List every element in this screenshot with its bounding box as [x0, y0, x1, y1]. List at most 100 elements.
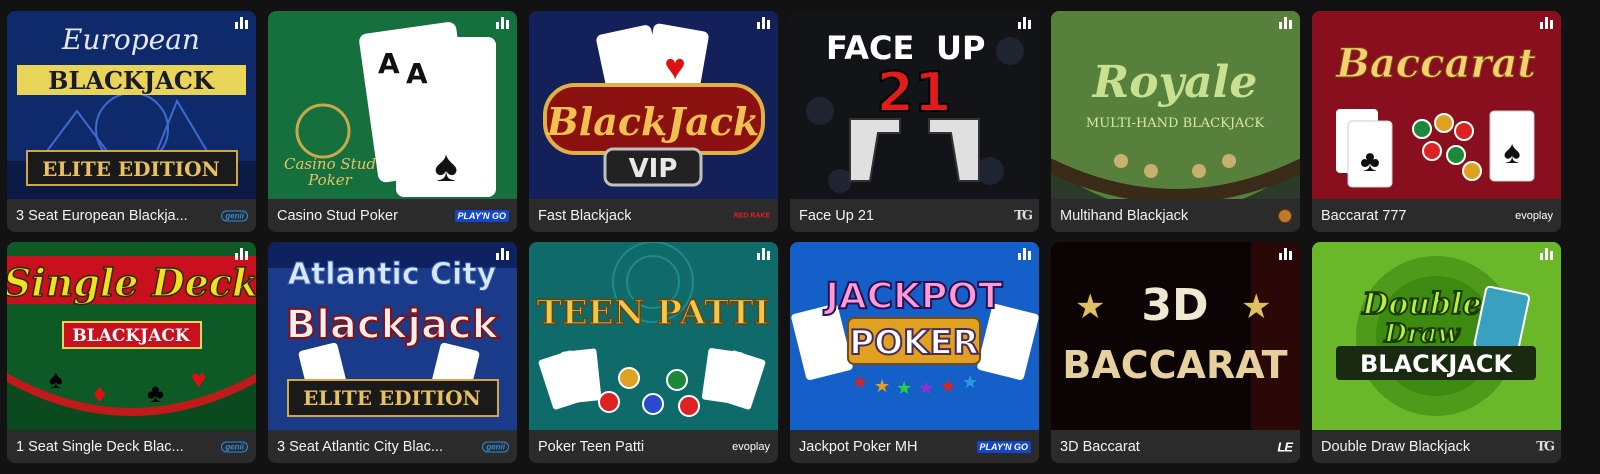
provider-logo: genii [221, 210, 248, 221]
game-tile[interactable]: Royale MULTI-HAND BLACKJACK Multihand Bl… [1051, 11, 1300, 232]
game-title[interactable]: Poker Teen Patti [529, 439, 644, 455]
game-tile[interactable]: A A ♠ Casino Stud Poker Casino Stud Poke… [268, 11, 517, 232]
game-tile[interactable]: ♥ BlackJack VIP Fast Blackjack RED RAKE [529, 11, 778, 232]
svg-text:♥: ♥ [664, 46, 685, 87]
game-title[interactable]: Double Draw Blackjack [1312, 439, 1470, 455]
provider-logo: RED RAKE [733, 212, 770, 219]
provider-logo: genii [221, 441, 248, 452]
game-caption[interactable]: Casino Stud Poker PLAY'N GO [268, 199, 517, 232]
game-title[interactable]: Multihand Blackjack [1051, 208, 1188, 224]
game-thumbnail: JACKPOT POKER ★ ★ ★ ★ ★ ★ [790, 242, 1039, 430]
game-caption[interactable]: 3 Seat European Blackja... genii [7, 199, 256, 232]
art-text: Royale [1091, 57, 1258, 108]
art-text: TEEN PATTI [537, 293, 770, 333]
art-text: VIP [629, 154, 678, 184]
art-text: POKER [849, 323, 979, 363]
stats-icon[interactable] [756, 246, 772, 260]
provider-logo: genii [482, 441, 509, 452]
game-thumbnail: Baccarat ♣ ♠ [1312, 11, 1561, 199]
game-thumbnail: ♥ BlackJack VIP [529, 11, 778, 199]
stats-icon[interactable] [1278, 15, 1294, 29]
provider-logo [1278, 208, 1292, 223]
art-text: A [378, 47, 400, 80]
svg-text:★: ★ [1241, 288, 1271, 326]
art-text: ELITE EDITION [42, 157, 220, 181]
game-thumbnail: Single Deck BLACKJACK ♠ ♦ ♣ ♥ [7, 242, 256, 430]
game-thumbnail: FACE UP 21 [790, 11, 1039, 199]
art-text: BACCARAT [1062, 343, 1287, 387]
game-caption[interactable]: Multihand Blackjack [1051, 199, 1300, 232]
game-caption[interactable]: 3D Baccarat LE [1051, 430, 1300, 463]
stats-icon[interactable] [756, 15, 772, 29]
svg-text:♦: ♦ [93, 378, 106, 408]
stats-icon[interactable] [234, 246, 250, 260]
game-title[interactable]: Baccarat 777 [1312, 208, 1406, 224]
art-text: BLACKJACK [1360, 350, 1513, 378]
svg-text:♥: ♥ [191, 364, 206, 394]
svg-text:★: ★ [1075, 288, 1105, 326]
art-text: ELITE EDITION [303, 386, 481, 410]
provider-logo: TG [1536, 439, 1555, 454]
svg-text:♠: ♠ [49, 364, 63, 394]
stats-icon[interactable] [1278, 246, 1294, 260]
game-thumbnail: ★ ★ 3D BACCARAT [1051, 242, 1300, 430]
game-caption[interactable]: Poker Teen Patti evoplay [529, 430, 778, 463]
art-text: Atlantic City [288, 257, 497, 292]
provider-logo: LE [1277, 439, 1293, 454]
game-caption[interactable]: Baccarat 777 evoplay [1312, 199, 1561, 232]
game-caption[interactable]: 1 Seat Single Deck Blac... genii [7, 430, 256, 463]
game-tile[interactable]: JACKPOT POKER ★ ★ ★ ★ ★ ★ Jackpot Poker MH PL… [790, 242, 1039, 463]
game-thumbnail: Double Draw BLACKJACK [1312, 242, 1561, 430]
game-title[interactable]: Face Up 21 [790, 208, 874, 224]
svg-text:★: ★ [874, 376, 890, 396]
art-text: BLACKJACK [72, 326, 191, 346]
stats-icon[interactable] [1539, 15, 1555, 29]
game-tile[interactable]: Baccarat ♣ ♠ Baccarat 777 evoplay [1312, 11, 1561, 232]
svg-text:★: ★ [852, 372, 868, 392]
game-caption[interactable]: Double Draw Blackjack TG [1312, 430, 1561, 463]
art-text: Baccarat [1335, 40, 1536, 87]
art-text: 3D [1141, 280, 1208, 331]
game-thumbnail: European BLACKJACK ELITE EDITION [7, 11, 256, 199]
stats-icon[interactable] [234, 15, 250, 29]
stats-icon[interactable] [1539, 246, 1555, 260]
game-title[interactable]: 3 Seat European Blackja... [7, 208, 188, 224]
svg-text:♠: ♠ [1504, 134, 1521, 170]
art-text: Blackjack [286, 302, 500, 348]
game-title[interactable]: Fast Blackjack [529, 208, 631, 224]
svg-text:★: ★ [940, 376, 956, 396]
game-tile[interactable]: ★ ★ 3D BACCARAT 3D Baccarat LE [1051, 242, 1300, 463]
art-text: MULTI-HAND BLACKJACK [1086, 116, 1264, 131]
stats-icon[interactable] [1017, 15, 1033, 29]
art-text: BlackJack [546, 99, 760, 144]
game-title[interactable]: 3 Seat Atlantic City Blac... [268, 439, 443, 455]
art-text: 21 [876, 61, 951, 124]
game-thumbnail: Royale MULTI-HAND BLACKJACK [1051, 11, 1300, 199]
game-tile[interactable]: Atlantic City Blackjack ELITE EDITION 3 … [268, 242, 517, 463]
art-text: Draw [1383, 319, 1461, 349]
stats-icon[interactable] [495, 15, 511, 29]
stats-icon[interactable] [1017, 246, 1033, 260]
game-tile[interactable]: Single Deck BLACKJACK ♠ ♦ ♣ ♥ 1 Seat Single… [7, 242, 256, 463]
provider-logo: TG [1014, 208, 1033, 223]
provider-logo: PLAY'N GO [454, 209, 509, 222]
art-text: BLACKJACK [48, 66, 215, 95]
game-caption[interactable]: Face Up 21 TG [790, 199, 1039, 232]
game-thumbnail: A A ♠ Casino Stud Poker [268, 11, 517, 199]
game-title[interactable]: 3D Baccarat [1051, 439, 1140, 455]
game-caption[interactable]: 3 Seat Atlantic City Blac... genii [268, 430, 517, 463]
game-caption[interactable]: Jackpot Poker MH PLAY'N GO [790, 430, 1039, 463]
game-tile[interactable]: TEEN PATTI Poker Teen Patti evoplay [529, 242, 778, 463]
game-tile[interactable]: Double Draw BLACKJACK Double Draw Blackj… [1312, 242, 1561, 463]
game-title[interactable]: Jackpot Poker MH [790, 439, 917, 455]
provider-logo: PLAY'N GO [976, 440, 1031, 453]
svg-text:♠: ♠ [434, 142, 457, 191]
game-title[interactable]: 1 Seat Single Deck Blac... [7, 439, 184, 455]
game-thumbnail: TEEN PATTI [529, 242, 778, 430]
stats-icon[interactable] [495, 246, 511, 260]
game-caption[interactable]: Fast Blackjack RED RAKE [529, 199, 778, 232]
game-tile[interactable]: European BLACKJACK ELITE EDITION 3 Seat … [7, 11, 256, 232]
game-grid: European BLACKJACK ELITE EDITION 3 Seat … [7, 11, 1561, 463]
game-tile[interactable]: FACE UP 21 Face Up 21 TG [790, 11, 1039, 232]
game-title[interactable]: Casino Stud Poker [268, 208, 398, 224]
